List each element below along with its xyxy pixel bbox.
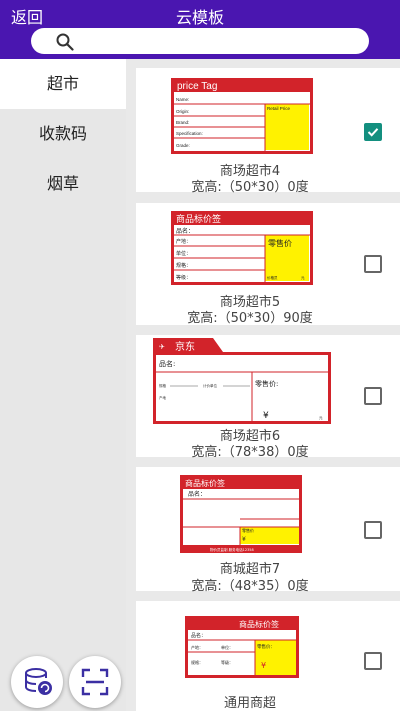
template-size: 宽高:（50*30）0度: [191, 180, 309, 195]
sidebar-item-supermarket[interactable]: 超市: [0, 59, 126, 109]
tag-row: 等级：: [176, 274, 191, 281]
tag-retail-label: 零售价: [268, 238, 292, 248]
tag-retail-label: Retail Price: [267, 106, 291, 111]
cloud-sync-button[interactable]: [11, 656, 63, 708]
tag-row: 计价单位: [203, 383, 217, 388]
tag-row: 产地：: [176, 238, 191, 245]
tag-row: 品名：: [191, 632, 206, 639]
tag-row: Grade:: [176, 143, 190, 148]
tag-row: 规格: [159, 383, 166, 388]
template-checkbox[interactable]: [364, 521, 382, 539]
category-sidebar: 超市 收款码 烟草: [0, 59, 126, 711]
template-preview: ✈ 京东 品名: 规格 计价单位 产地 零售价: ¥ 元: [153, 338, 331, 424]
tag-row: 单位：: [176, 250, 191, 257]
yen-symbol: ¥: [242, 536, 246, 543]
template-size: 宽高:（48*35）0度: [191, 579, 309, 594]
jd-logo: 京东: [175, 340, 195, 353]
sidebar-item-payment-code[interactable]: 收款码: [0, 109, 126, 159]
search-input[interactable]: [31, 28, 369, 54]
tag-title: 商品标价签: [239, 619, 279, 629]
tag-row: Origin:: [176, 109, 189, 114]
tag-footer: 元: [301, 276, 305, 280]
template-card[interactable]: 商品标价签 品名： 零售价 ¥ 物价员监制 服务电话12358 商城超市7 宽高…: [136, 467, 400, 594]
template-list: price Tag Name: Origin: Brand: Specifica…: [126, 59, 400, 711]
tag-row: 单位：: [221, 644, 233, 650]
tag-row: 品名:: [159, 359, 175, 368]
tag-footer: 物价员监制 服务电话12358: [210, 547, 254, 552]
database-sync-icon: [23, 667, 53, 701]
template-checkbox[interactable]: [364, 652, 382, 670]
template-preview: price Tag Name: Origin: Brand: Specifica…: [171, 78, 313, 154]
tag-row: Specification:: [176, 131, 203, 136]
tag-row: Brand:: [176, 120, 189, 125]
template-checkbox[interactable]: [364, 255, 382, 273]
tag-title: 商品标价签: [176, 213, 221, 225]
tag-retail-label: 零售价:: [255, 379, 278, 388]
template-name: 通用商超: [223, 696, 276, 711]
svg-text:✈: ✈: [159, 343, 165, 351]
tag-footer: 价格员: [267, 275, 278, 280]
template-checkbox[interactable]: [364, 387, 382, 405]
tag-retail-label: 零售价: [242, 527, 254, 533]
tag-row: 产地：: [191, 644, 203, 650]
tag-row: 等级：: [221, 659, 233, 665]
tag-row: Name:: [176, 97, 189, 102]
tag-title: 商品标价签: [185, 478, 225, 488]
yen-symbol: ¥: [261, 661, 266, 670]
tag-row: 品名：: [188, 490, 206, 498]
top-bar: 返回 云模板: [0, 0, 400, 59]
template-size: 宽高:（50*30）90度: [187, 311, 313, 326]
template-preview: 商品标价签 品名： 产地： 单位： 规格： 等级： 零售价： ¥: [185, 616, 299, 678]
tag-row: 品名：: [176, 227, 194, 235]
template-card[interactable]: 商品标价签 品名： 产地： 单位： 规格： 等级： 零售价 价格员 元 商场超市…: [136, 203, 400, 326]
tag-row: 规格：: [191, 659, 203, 665]
tag-retail-label: 零售价：: [257, 643, 275, 650]
template-preview: 商品标价签 品名： 零售价 ¥ 物价员监制 服务电话12358: [180, 475, 302, 553]
tag-title: price Tag: [177, 81, 217, 92]
search-icon: [56, 33, 74, 55]
scan-button[interactable]: [69, 656, 121, 708]
template-size: 宽高:（78*38）0度: [191, 445, 309, 460]
page-title: 云模板: [175, 8, 224, 27]
tag-row: 产地: [159, 395, 166, 400]
template-card[interactable]: price Tag Name: Origin: Brand: Specifica…: [136, 68, 400, 195]
tag-row: 规格：: [176, 262, 191, 269]
template-card[interactable]: ✈ 京东 品名: 规格 计价单位 产地 零售价: ¥ 元 商场超市6 宽高:（7…: [136, 335, 400, 460]
sidebar-item-tobacco[interactable]: 烟草: [0, 159, 126, 209]
template-checkbox[interactable]: [364, 123, 382, 141]
tag-footer: 元: [319, 416, 323, 420]
template-preview: 商品标价签 品名： 产地： 单位： 规格： 等级： 零售价 价格员 元: [171, 211, 313, 285]
scan-icon: [81, 668, 109, 700]
template-card[interactable]: 商品标价签 品名： 产地： 单位： 规格： 等级： 零售价： ¥ 通用商超: [136, 601, 400, 711]
yen-symbol: ¥: [263, 411, 269, 421]
